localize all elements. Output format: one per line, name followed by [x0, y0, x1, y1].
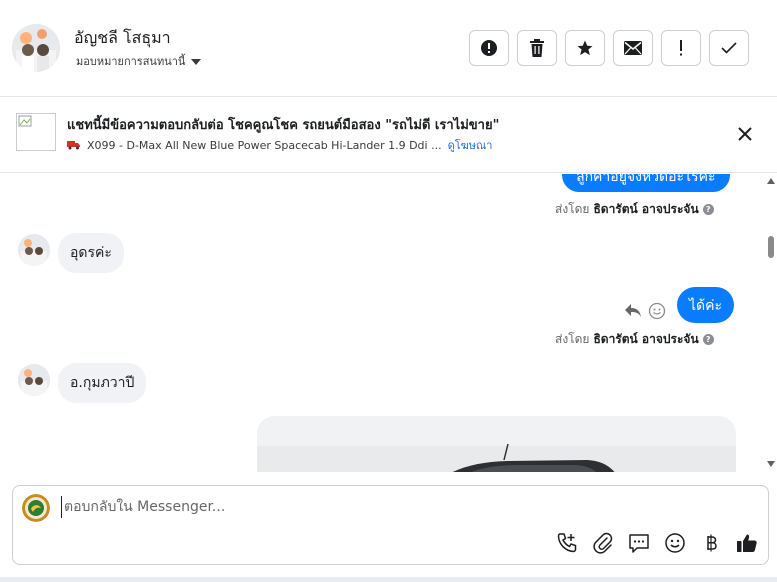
incoming-message-bubble[interactable]: อ.กุมภวาปี: [58, 363, 147, 403]
outgoing-message-bubble[interactable]: ได้ค่ะ: [677, 287, 735, 323]
priority-button[interactable]: [661, 30, 701, 66]
react-emoji-icon[interactable]: [648, 302, 666, 320]
page-avatar: [22, 494, 50, 522]
help-icon[interactable]: ?: [702, 334, 714, 345]
baht-icon: [707, 534, 717, 552]
reply-composer: [12, 485, 769, 565]
report-button[interactable]: [469, 30, 509, 66]
sender-name: ธิดารัตน์ อาจประจัน: [593, 202, 699, 216]
ad-banner-title: แชทนี้มีข้อความตอบกลับต่อ โชคคูณโชค รถยน…: [67, 118, 500, 133]
help-icon[interactable]: ?: [702, 204, 714, 215]
view-ad-link[interactable]: ดูโฆษณา: [448, 136, 493, 154]
bottom-divider: [0, 577, 777, 582]
messenger-conversation: อัญชลี โสธุมา มอบหมายการสนทนานี้ แชทนี้ม…: [0, 0, 777, 582]
sent-by-prefix: ส่งโดย: [555, 332, 590, 346]
message-text: ลูกค้าอยู่จังหวัดอะไรคะ: [576, 174, 716, 185]
reply-input[interactable]: [61, 496, 741, 518]
attach-file-button[interactable]: [591, 531, 615, 555]
envelope-icon: [624, 41, 642, 55]
message-text: อ.กุมภวาปี: [70, 375, 135, 391]
star-button[interactable]: [565, 30, 605, 66]
caret-down-icon: [191, 58, 202, 65]
thread-scrollbar[interactable]: [764, 174, 777, 472]
trash-icon: [530, 39, 544, 57]
assign-conversation-dropdown[interactable]: มอบหมายการสนทนานี้: [76, 52, 202, 70]
saved-replies-button[interactable]: [627, 531, 651, 555]
add-call-button[interactable]: [555, 531, 579, 555]
contact-avatar-small: [18, 364, 50, 396]
sent-by-label: ส่งโดย ธิดารัตน์ อาจประจัน ?: [555, 200, 714, 219]
phone-plus-icon: [557, 533, 577, 553]
outgoing-message-bubble[interactable]: ลูกค้าอยู่จังหวัดอะไรคะ: [562, 174, 730, 192]
conversation-header: อัญชลี โสธุมา มอบหมายการสนทนานี้: [0, 0, 777, 97]
chat-bubble-icon: [629, 534, 649, 553]
message-text: ได้ค่ะ: [689, 298, 723, 314]
sent-by-label: ส่งโดย ธิดารัตน์ อาจประจัน ?: [555, 330, 714, 349]
sender-name: ธิดารัตน์ อาจประจัน: [593, 332, 699, 346]
like-button[interactable]: [735, 531, 759, 555]
ad-thumbnail: [16, 113, 56, 151]
close-icon: [738, 127, 752, 141]
contact-name: อัญชลี โสธุมา: [74, 28, 171, 47]
thumbs-up-icon: [737, 534, 757, 552]
scroll-up-arrow-icon[interactable]: [767, 178, 775, 184]
mark-unread-button[interactable]: [613, 30, 653, 66]
composer-toolbar: [555, 531, 759, 555]
ad-listing-text: X099 - D-Max All New Blue Power Spacecab…: [87, 138, 442, 152]
check-icon: [721, 42, 737, 54]
truck-icon: [67, 141, 80, 150]
ad-reply-banner: แชทนี้มีข้อความตอบกลับต่อ โชคคูณโชค รถยน…: [0, 97, 777, 173]
emoji-icon: [665, 533, 685, 553]
reply-icon[interactable]: [624, 303, 642, 319]
close-banner-button[interactable]: [733, 122, 757, 146]
assign-label: มอบหมายการสนทนานี้: [76, 55, 186, 68]
message-text: อุดรค่ะ: [70, 245, 112, 261]
scroll-down-arrow-icon[interactable]: [767, 461, 775, 467]
emoji-button[interactable]: [663, 531, 687, 555]
outgoing-image-message[interactable]: [257, 416, 736, 472]
scroll-thumb[interactable]: [768, 236, 774, 258]
done-button[interactable]: [709, 30, 749, 66]
header-actions: [469, 30, 749, 66]
alert-circle-icon: [481, 40, 497, 56]
incoming-message-bubble[interactable]: อุดรค่ะ: [58, 233, 124, 273]
contact-avatar-small: [18, 234, 50, 266]
sent-by-prefix: ส่งโดย: [555, 202, 590, 216]
paperclip-icon: [593, 532, 613, 554]
payment-button[interactable]: [699, 531, 723, 555]
exclamation-icon: [680, 40, 682, 56]
contact-avatar[interactable]: [12, 24, 60, 72]
message-thread[interactable]: ลูกค้าอยู่จังหวัดอะไรคะ ส่งโดย ธิดารัตน์…: [0, 174, 777, 472]
star-icon: [577, 40, 593, 56]
delete-button[interactable]: [517, 30, 557, 66]
ad-banner-subtitle: X099 - D-Max All New Blue Power Spacecab…: [67, 136, 492, 154]
